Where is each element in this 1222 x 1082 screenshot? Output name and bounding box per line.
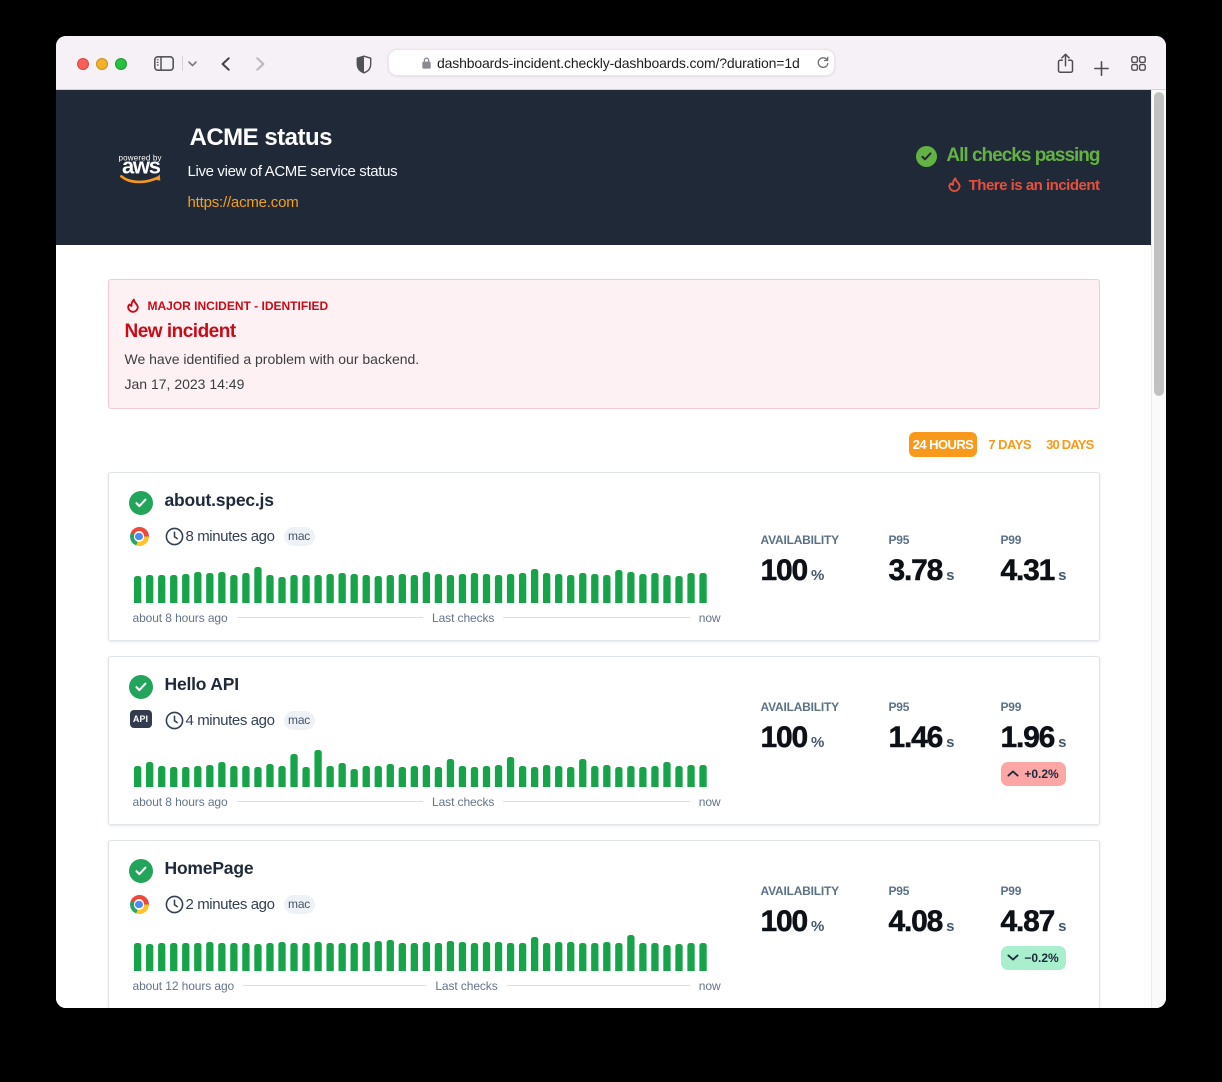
svg-text:aws: aws xyxy=(122,153,161,178)
